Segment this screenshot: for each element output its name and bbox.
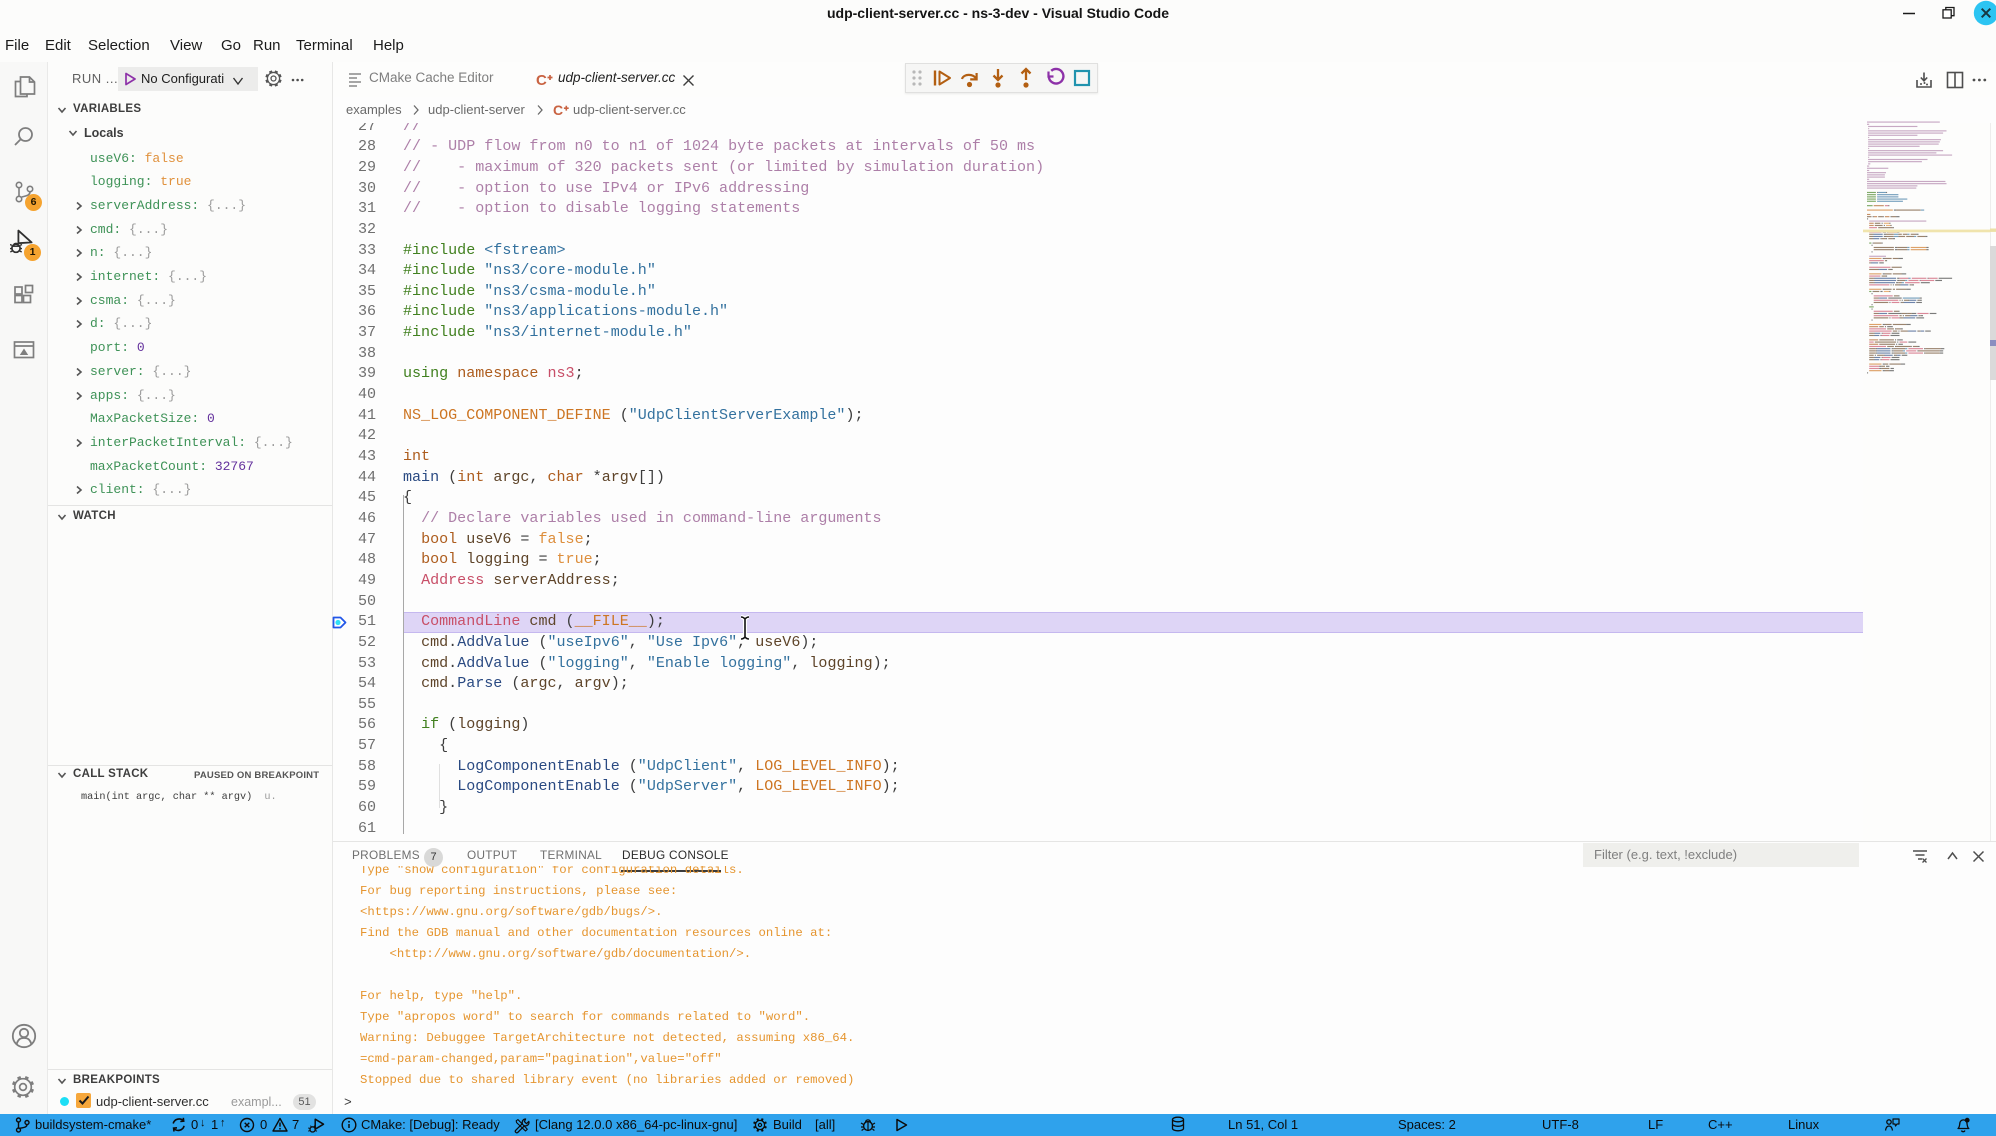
svg-text:C: C: [553, 103, 563, 118]
svg-text:C: C: [536, 72, 547, 88]
